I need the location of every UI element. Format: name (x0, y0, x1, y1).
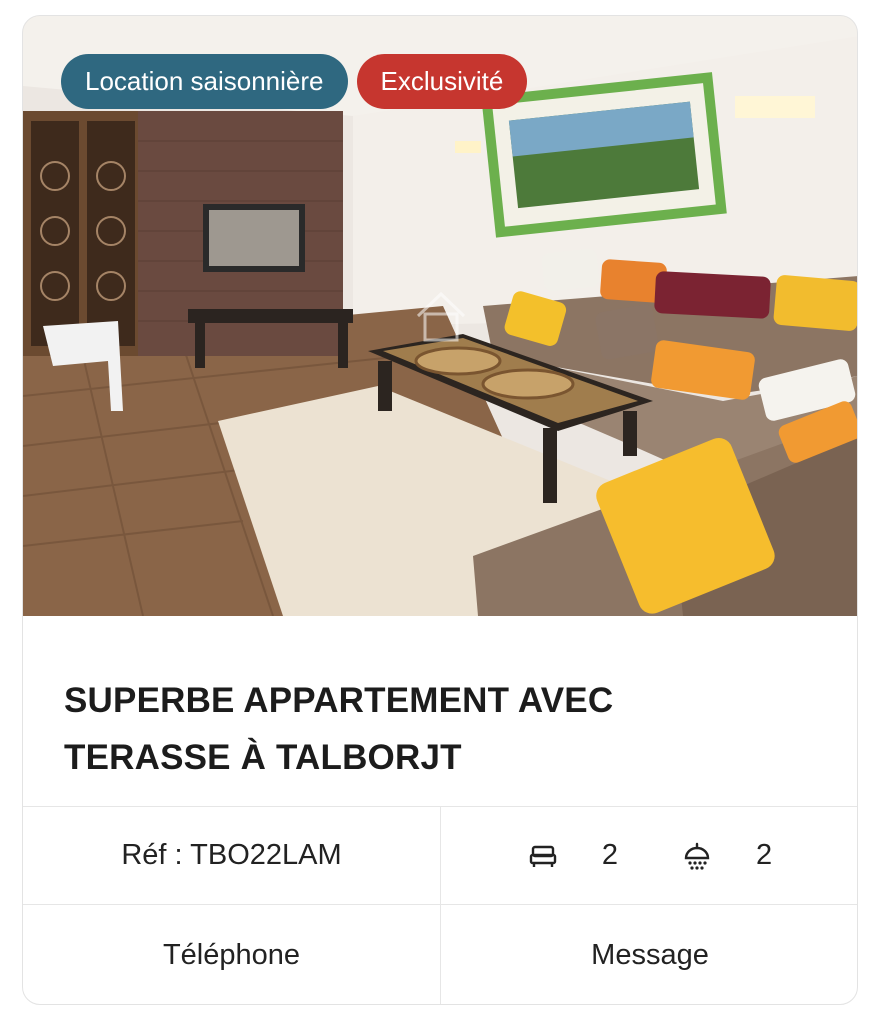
title-section: SUPERBE APPARTEMENT AVEC TERASSE À TALBO… (23, 616, 857, 807)
shower-icon (682, 841, 712, 871)
property-title[interactable]: SUPERBE APPARTEMENT AVEC TERASSE À TALBO… (64, 672, 764, 786)
message-button[interactable]: Message (441, 905, 857, 1004)
listing-type-badge: Location saisonnière (61, 54, 348, 109)
bedrooms-feature: 2 (528, 839, 618, 872)
phone-button[interactable]: Téléphone (23, 905, 441, 1004)
features-cell: 2 2 (441, 807, 857, 904)
property-card: Location saisonnière Exclusivité SUPERBE… (22, 15, 858, 1005)
phone-button-label: Téléphone (162, 938, 301, 971)
info-row: Réf : TBO22LAM 2 2 (23, 807, 857, 905)
bed-icon (528, 841, 558, 871)
bedrooms-count: 2 (601, 839, 618, 871)
actions-row: Téléphone Message (23, 905, 857, 1004)
message-button-label: Message (591, 938, 709, 971)
property-photo[interactable]: Location saisonnière Exclusivité (23, 16, 857, 616)
badge-group: Location saisonnière Exclusivité (61, 54, 528, 109)
bathrooms-feature: 2 (682, 839, 772, 872)
exclusive-badge: Exclusivité (356, 54, 528, 109)
reference-cell: Réf : TBO22LAM (23, 807, 441, 904)
reference-text: Réf : TBO22LAM (121, 839, 342, 871)
bathrooms-count: 2 (756, 839, 773, 871)
